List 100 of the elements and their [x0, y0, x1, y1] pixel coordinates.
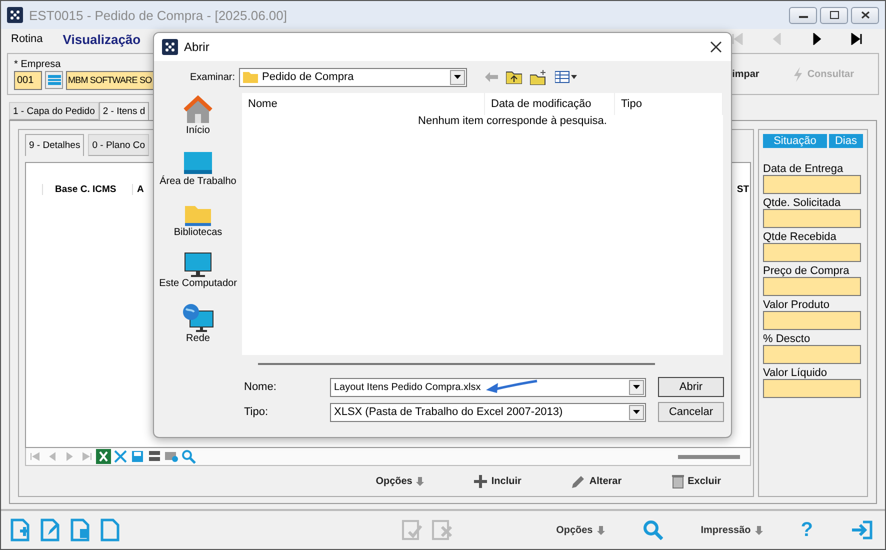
lightning-icon — [793, 66, 804, 82]
pointer-arrow — [484, 379, 538, 393]
close-button[interactable] — [851, 6, 879, 24]
cancel-button[interactable]: Cancelar — [658, 402, 724, 422]
tab[interactable]: 0 - Plano Co — [88, 134, 150, 156]
folder-icon — [243, 71, 258, 83]
network-computer-icon — [182, 303, 214, 333]
column-header[interactable]: Nome — [242, 93, 485, 115]
last-record-icon[interactable] — [851, 33, 863, 45]
input-field[interactable] — [763, 277, 861, 296]
place-item[interactable]: Rede — [155, 303, 241, 344]
view-menu-icon — [555, 71, 578, 83]
save-icon[interactable] — [130, 449, 145, 464]
delete-button[interactable]: Excluir — [672, 474, 721, 489]
field-label: Valor Produto — [763, 299, 830, 311]
pencil-icon — [571, 474, 586, 488]
place-item[interactable]: Bibliotecas — [155, 201, 241, 238]
menu-item[interactable]: Rotina — [11, 33, 43, 45]
edit-button[interactable]: Alterar — [571, 474, 622, 489]
scrollbar-thumb[interactable] — [678, 454, 740, 458]
column-header: Base C. ICMS — [42, 184, 132, 194]
field-label: Valor Líquido — [763, 367, 828, 379]
field-label: Preço de Compra — [763, 265, 850, 277]
computer-icon — [184, 252, 212, 278]
card-search-icon[interactable] — [164, 449, 179, 464]
close-icon — [709, 40, 723, 54]
tab[interactable]: 1 - Capa do Pedido — [9, 102, 99, 120]
close-icon — [860, 11, 870, 19]
next-icon[interactable] — [811, 33, 823, 45]
field-label: % Descto — [763, 333, 812, 345]
cancel-document-icon — [431, 519, 453, 541]
field-label: Data de Entrega — [763, 163, 844, 175]
caret-icon — [633, 385, 640, 389]
name-label: Nome: — [244, 381, 278, 393]
input-field[interactable] — [763, 379, 861, 398]
company-code-field[interactable]: 001 — [14, 70, 42, 90]
home-icon — [183, 95, 213, 125]
check-document-icon — [401, 519, 423, 541]
down-arrow-icon — [754, 526, 763, 534]
server-icon[interactable] — [147, 449, 162, 464]
new-folder-icon — [530, 70, 548, 84]
new-document-icon[interactable] — [9, 518, 31, 542]
dropdown-button[interactable] — [450, 70, 466, 84]
add-button[interactable]: Incluir — [474, 474, 522, 489]
clear-button[interactable]: impar — [732, 68, 760, 80]
input-field[interactable] — [763, 243, 861, 262]
place-item[interactable]: Início — [155, 95, 241, 136]
back-arrow-icon — [485, 72, 498, 82]
options-button[interactable]: Opções — [556, 524, 605, 536]
file-name-field[interactable]: Layout Itens Pedido Compra.xlsx — [330, 378, 646, 396]
delete-document-icon[interactable] — [69, 518, 91, 542]
maximize-icon — [830, 11, 838, 19]
app-logo-icon — [7, 7, 23, 23]
column-header: ST — [736, 184, 750, 194]
menu-item[interactable]: Visualização — [62, 32, 141, 46]
column-header[interactable]: Data de modificação — [485, 93, 615, 115]
input-field[interactable] — [763, 311, 861, 330]
file-type-dropdown[interactable]: XLSX (Pasta de Trabalho do Excel 2007-2013) — [330, 402, 646, 422]
down-arrow-icon — [596, 526, 605, 534]
caret-icon — [633, 410, 640, 414]
app-logo-icon — [162, 39, 178, 55]
spreadsheet-icon[interactable] — [96, 449, 111, 464]
copy-document-icon[interactable] — [99, 518, 121, 542]
company-label: * Empresa — [14, 58, 62, 70]
list-icon — [48, 75, 60, 85]
dropdown-button[interactable] — [629, 404, 644, 420]
options-button[interactable]: Opções — [376, 474, 424, 489]
minimize-button[interactable] — [789, 6, 817, 24]
tools-icon[interactable] — [113, 449, 128, 464]
column-header[interactable]: Tipo — [615, 93, 723, 115]
input-field[interactable] — [763, 209, 861, 228]
dropdown-button[interactable] — [629, 380, 644, 394]
edit-document-icon[interactable] — [39, 518, 61, 542]
input-field[interactable] — [763, 175, 861, 194]
desktop-icon — [183, 150, 213, 176]
tab[interactable]: 2 - Itens d — [98, 102, 150, 120]
caret-icon — [454, 75, 462, 79]
open-button[interactable]: Abrir — [658, 377, 724, 397]
look-in-label: Examinar: — [190, 72, 236, 82]
column-header: Situação — [763, 134, 827, 148]
empty-message: Nenhum item corresponde à pesquisa. — [418, 115, 607, 127]
input-field[interactable] — [763, 345, 861, 364]
tab[interactable]: 9 - Detalhes — [25, 134, 84, 156]
type-label: Tipo: — [244, 406, 270, 418]
exit-icon — [851, 520, 873, 540]
maximize-button[interactable] — [820, 6, 848, 24]
field-label: Qtde Recebida — [763, 231, 838, 243]
field-label: Qtde. Solicitada — [763, 197, 842, 209]
dialog-title: Abrir — [184, 40, 210, 54]
window-title: EST0015 - Pedido de Compra - [2025.06.00] — [29, 8, 287, 22]
search-icon[interactable] — [181, 449, 196, 464]
place-item[interactable]: Este Computador — [155, 252, 241, 289]
column-header: Dias — [829, 134, 863, 148]
folder-dropdown[interactable]: Pedido de Compra — [239, 68, 468, 86]
down-arrow-icon — [416, 477, 424, 486]
up-folder-icon — [506, 70, 522, 84]
lookup-button[interactable] — [45, 71, 63, 89]
print-button[interactable]: Impressão — [700, 524, 763, 536]
plus-icon — [474, 475, 488, 488]
close-button[interactable] — [709, 40, 723, 54]
